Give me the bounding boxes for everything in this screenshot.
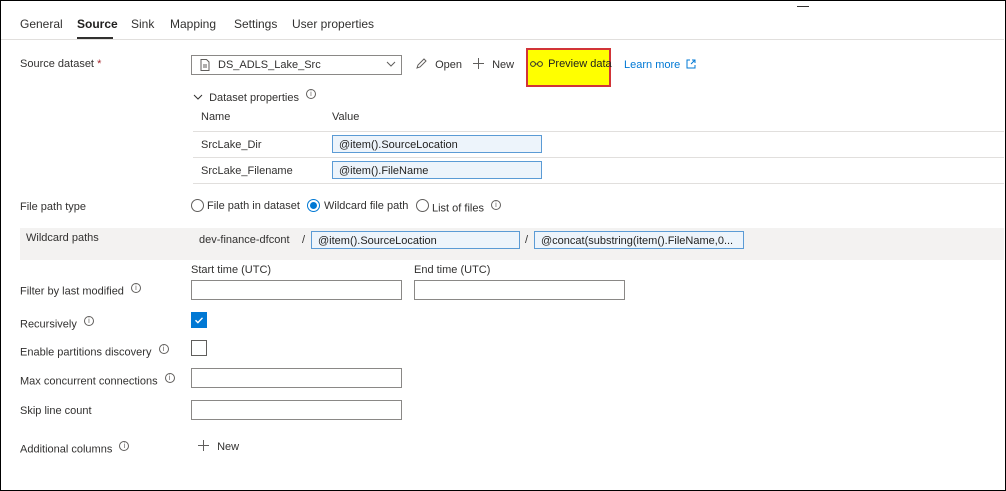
tab-settings[interactable]: Settings	[234, 17, 277, 31]
wildcard-container-name: dev-finance-dfcont	[199, 234, 290, 246]
preview-data-label: Preview data	[548, 58, 612, 70]
tab-source[interactable]: Source	[77, 17, 118, 31]
info-icon: i	[491, 200, 502, 210]
end-time-input[interactable]	[414, 280, 625, 300]
tab-sink[interactable]: Sink	[131, 17, 154, 31]
radio-list-of-files[interactable]	[416, 199, 429, 212]
open-button[interactable]: Open	[415, 57, 462, 71]
file-icon	[200, 59, 210, 74]
source-dataset-value: DS_ADLS_Lake_Src	[218, 59, 321, 71]
param-value-srclake-filename[interactable]: @item().FileName	[332, 161, 542, 179]
plus-icon	[197, 440, 213, 453]
param-value-srclake-dir[interactable]: @item().SourceLocation	[332, 135, 542, 153]
param-name-srclake-filename: SrcLake_Filename	[201, 165, 293, 177]
partitions-discovery-text: Enable partitions discovery	[20, 346, 152, 359]
additional-columns-label: Additional columns i	[20, 441, 130, 456]
preview-data-button[interactable]: Preview data	[530, 58, 612, 70]
max-concurrent-connections-label: Max concurrent connections i	[20, 373, 175, 388]
filter-last-modified-label: Filter by last modified i	[20, 283, 141, 298]
recursively-checkbox[interactable]	[191, 312, 207, 328]
tabs-divider	[1, 39, 1004, 40]
wildcard-file-name-input[interactable]: @concat(substring(item().FileName,0...	[534, 231, 744, 249]
info-icon: i	[131, 283, 141, 293]
plus-icon	[472, 58, 488, 71]
tab-user-properties[interactable]: User properties	[292, 17, 374, 31]
required-mark: *	[97, 58, 102, 70]
radio-label-text: List of files	[432, 202, 484, 215]
recursively-label: Recursively i	[20, 316, 94, 331]
external-link-icon	[683, 59, 696, 71]
param-name-srclake-dir: SrcLake_Dir	[201, 139, 262, 151]
source-dataset-label: Source dataset *	[20, 58, 101, 70]
radio-label-list-of-files: List of files i	[432, 200, 502, 215]
max-concurrent-connections-text: Max concurrent connections	[20, 375, 158, 388]
end-time-label: End time (UTC)	[414, 264, 491, 276]
window-edge-mark	[797, 6, 809, 7]
chevron-down-icon	[386, 59, 396, 72]
tab-mapping[interactable]: Mapping	[170, 17, 216, 31]
param-value-text: @item().FileName	[339, 165, 429, 177]
radio-wildcard-file-path[interactable]	[307, 199, 320, 212]
info-icon: i	[119, 441, 130, 451]
grid-divider	[193, 131, 1004, 132]
chevron-down-icon	[193, 92, 206, 104]
tab-general[interactable]: General	[20, 17, 63, 31]
path-separator: /	[525, 234, 529, 246]
glasses-icon	[530, 58, 546, 70]
dataset-properties-title: Dataset properties	[209, 91, 299, 104]
start-time-label: Start time (UTC)	[191, 264, 272, 276]
radio-file-path-in-dataset[interactable]	[191, 199, 204, 212]
param-value-text: @item().SourceLocation	[339, 139, 458, 151]
wildcard-file-name-text: @concat(substring(item().FileName,0...	[541, 235, 734, 247]
recursively-text: Recursively	[20, 318, 77, 331]
new-dataset-button[interactable]: New	[472, 57, 514, 71]
skip-line-count-label: Skip line count	[20, 405, 92, 417]
start-time-input[interactable]	[191, 280, 402, 300]
wildcard-folder-path-input[interactable]: @item().SourceLocation	[311, 231, 520, 249]
col-header-name: Name	[201, 111, 231, 123]
grid-divider	[193, 157, 1004, 158]
partitions-discovery-checkbox[interactable]	[191, 340, 207, 356]
source-dataset-dropdown[interactable]: DS_ADLS_Lake_Src	[191, 55, 402, 75]
col-header-value: Value	[332, 111, 360, 123]
info-icon: i	[158, 344, 169, 354]
learn-more-link[interactable]: Learn more	[624, 59, 696, 71]
file-path-type-label: File path type	[20, 201, 87, 213]
additional-columns-text: Additional columns	[20, 443, 113, 456]
source-dataset-label-text: Source dataset	[20, 58, 94, 70]
info-icon: i	[164, 373, 175, 383]
filter-last-modified-text: Filter by last modified	[20, 285, 124, 298]
new-dataset-button-label: New	[492, 59, 515, 71]
radio-label-wildcard-file-path: Wildcard file path	[324, 200, 409, 212]
dataset-properties-toggle[interactable]: Dataset properties i	[193, 89, 317, 104]
grid-divider	[193, 183, 1004, 184]
wildcard-folder-path-text: @item().SourceLocation	[318, 235, 437, 247]
add-column-label: New	[217, 441, 240, 453]
info-icon: i	[306, 89, 317, 99]
path-separator: /	[302, 234, 306, 246]
info-icon: i	[83, 316, 94, 326]
partitions-discovery-label: Enable partitions discovery i	[20, 344, 169, 359]
max-concurrent-connections-input[interactable]	[191, 368, 402, 388]
pencil-icon	[415, 58, 431, 71]
skip-line-count-input[interactable]	[191, 400, 402, 420]
open-button-label: Open	[435, 59, 462, 71]
learn-more-label: Learn more	[624, 59, 681, 71]
wildcard-paths-label: Wildcard paths	[26, 232, 99, 244]
radio-label-file-path-in-dataset: File path in dataset	[207, 200, 300, 212]
add-column-button[interactable]: New	[197, 439, 239, 453]
